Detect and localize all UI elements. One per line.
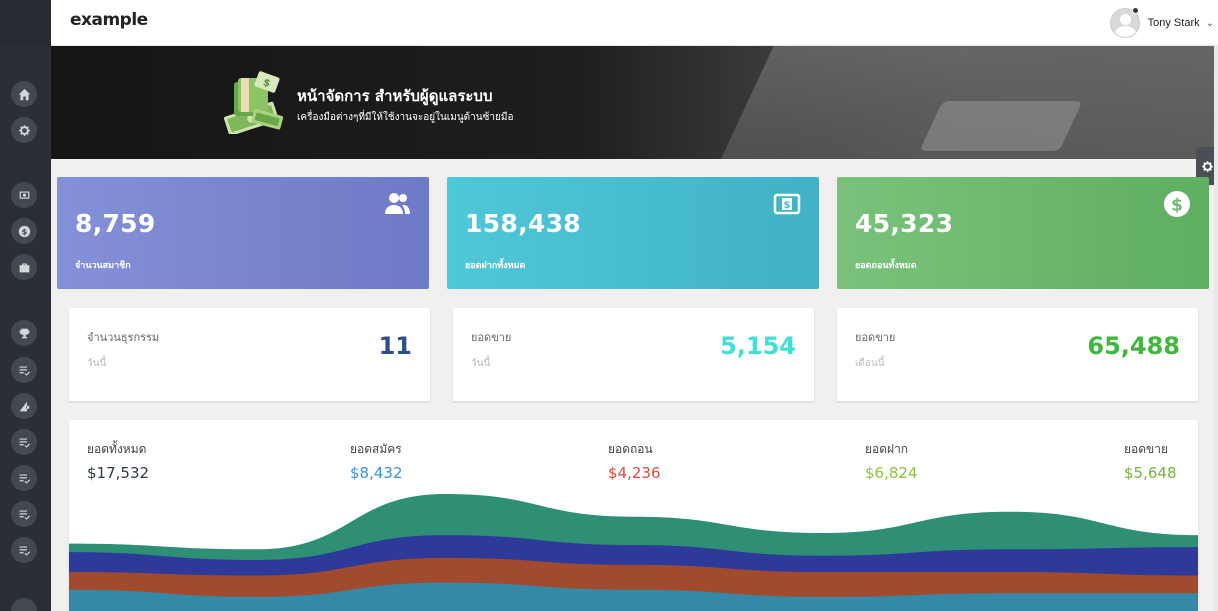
list-check-icon[interactable] [11,465,37,491]
summary-value: $4,236 [608,464,661,482]
user-name[interactable]: Tony Stark [1148,17,1200,29]
summary-value: $6,824 [865,464,918,482]
info-title: จำนวนธุรกรรม [87,331,160,344]
toolbox-icon[interactable] [11,254,37,280]
user-menu[interactable]: Tony Stark ⌄ [1109,7,1218,39]
info-card-transactions: จำนวนธุรกรรม วันนี้ 11 [69,308,430,401]
dollar-circle-icon: $ [1163,190,1191,218]
trophy-icon[interactable] [11,320,37,346]
banner-title: หน้าจัดการ สำหรับผู้ดูแลระบบ [297,87,493,105]
summary-total: ยอดทั้งหมด $17,532 [87,440,149,482]
chart-panel: ยอดทั้งหมด $17,532 ยอดสมัคร $8,432 ยอดถอ… [69,420,1198,611]
stat-label: ยอดฝากทั้งหมด [465,261,526,271]
list-check-icon[interactable] [11,537,37,563]
home-icon[interactable] [11,81,37,107]
stat-card-deposits: 158,438 ยอดฝากทั้งหมด $ [447,177,819,289]
svg-text:$: $ [21,226,27,236]
status-dot [1131,7,1139,14]
sidebar: $ [0,0,51,611]
sidebar-header [0,0,51,46]
stat-card-members: 8,759 จำนวนสมาชิก [57,177,429,289]
list-check-icon[interactable] [11,429,37,455]
summary-value: $8,432 [350,464,403,482]
more-icon[interactable] [11,598,37,611]
summary-label: ยอดสมัคร [350,442,402,456]
info-title: ยอดขาย [471,331,512,344]
summary-label: ยอดถอน [608,442,653,456]
brand-logo[interactable]: example [70,10,148,30]
gear-icon[interactable] [1201,160,1214,173]
stat-value: 8,759 [75,209,156,238]
summary-sales: ยอดขาย $5,648 [1124,440,1177,482]
info-value: 11 [378,332,412,360]
summary-withdraw: ยอดถอน $4,236 [608,440,661,482]
money-bill-icon: $ [773,190,801,218]
stat-value: 158,438 [465,209,581,238]
summary-label: ยอดขาย [1124,442,1169,456]
list-check-icon[interactable] [11,501,37,527]
summary-label: ยอดฝาก [865,442,909,456]
stat-label: จำนวนสมาชิก [75,261,131,271]
info-card-sales-month: ยอดขาย เดือนนี้ 65,488 [837,308,1198,401]
svg-text:$: $ [784,200,791,211]
stat-card-withdrawals: 45,323 ยอดถอนทั้งหมด $ [837,177,1209,289]
svg-text:$: $ [1171,196,1183,216]
monitor-icon[interactable] [11,182,37,208]
chevron-down-icon[interactable]: ⌄ [1206,18,1214,29]
summary-signup: ยอดสมัคร $8,432 [350,440,403,482]
info-value: 5,154 [720,332,796,360]
summary-deposit: ยอดฝาก $6,824 [865,440,918,482]
info-card-sales-today: ยอดขาย วันนี้ 5,154 [453,308,814,401]
list-check-icon[interactable] [11,357,37,383]
banner-subtitle: เครื่องมือต่างๆที่มีให้ใช้งานจะอยู่ในเมน… [297,112,514,123]
welcome-banner: $ หน้าจัดการ สำหรับผู้ดูแลระบบ เครื่องมื… [51,46,1218,159]
users-icon [383,190,411,218]
summary-label: ยอดทั้งหมด [87,442,147,456]
dollar-circle-icon[interactable]: $ [11,218,37,244]
scrollbar[interactable] [1214,46,1218,611]
stacked-area-chart [69,494,1198,611]
info-title: ยอดขาย [855,331,896,344]
info-period: เดือนนี้ [855,358,885,369]
info-value: 65,488 [1087,332,1180,360]
info-period: วันนี้ [471,358,491,369]
top-bar: example Tony Stark ⌄ [51,0,1218,46]
stat-label: ยอดถอนทั้งหมด [855,261,917,271]
sheet-gear-icon[interactable] [11,393,37,419]
summary-value: $17,532 [87,464,150,482]
money-stack-icon: $ [223,71,284,134]
gear-icon[interactable] [11,117,37,143]
info-period: วันนี้ [87,358,107,369]
stat-value: 45,323 [855,209,954,238]
summary-value: $5,648 [1124,464,1177,482]
